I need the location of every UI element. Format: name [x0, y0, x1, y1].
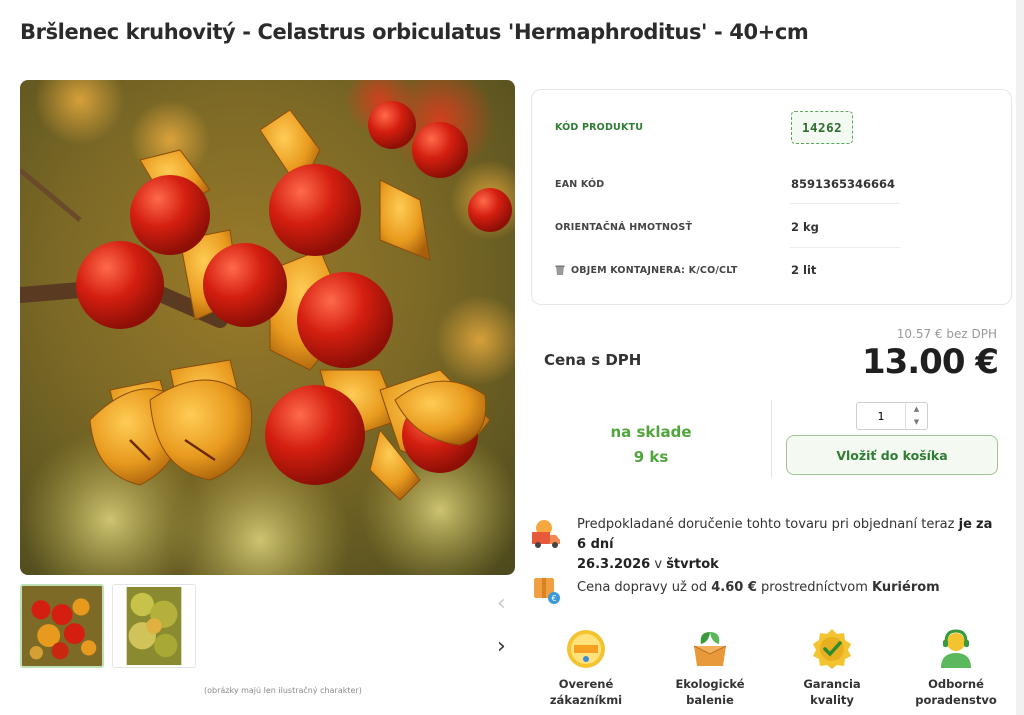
divider	[790, 203, 900, 204]
info-row-weight: ORIENTAČNÁ HMOTNOSŤ 2 kg	[555, 207, 902, 247]
badge-quality-line2: kvality	[810, 693, 854, 707]
shipping-carrier: Kuriérom	[872, 580, 940, 595]
delivery-je: je	[958, 517, 972, 532]
delivery-v: v	[654, 557, 663, 572]
ean-value: 8591365346664	[791, 177, 896, 191]
badge-advisor: Odborné poradenstvo	[906, 628, 1006, 708]
ean-label: EAN KÓD	[555, 178, 605, 190]
badge-eco: Ekologické balenie	[660, 628, 760, 708]
container-value: 2 lit	[791, 263, 817, 277]
product-code: 14262	[791, 110, 854, 144]
badge-eco-line1: Ekologické	[675, 677, 745, 691]
vertical-divider	[771, 400, 772, 478]
weight-label: ORIENTAČNÁ HMOTNOSŤ	[555, 221, 693, 233]
thumbnail-2[interactable]	[112, 584, 196, 668]
chevron-down-icon[interactable]: ▼	[906, 416, 927, 429]
chevron-up-icon[interactable]: ▲	[906, 403, 927, 416]
image-disclaimer: (obrázky majú len ilustračný charakter)	[204, 686, 362, 695]
product-info-card: KÓD PRODUKTU 14262 EAN KÓD 8591365346664…	[531, 89, 1012, 305]
badge-advisor-line2: poradenstvo	[915, 693, 997, 707]
delivery-date: 26.3.2026	[577, 557, 651, 572]
price-with-vat: 13.00 €	[861, 342, 999, 382]
gallery-next-arrow-icon[interactable]: ›	[497, 636, 506, 658]
badge-eco-line2: balenie	[686, 693, 734, 707]
badge-quality-line1: Garancia	[803, 677, 861, 691]
svg-text:€: €	[551, 594, 556, 603]
delivery-weekday: štvrtok	[666, 557, 719, 572]
stock-quantity: 9 ks	[633, 448, 669, 466]
verified-seal-icon	[567, 630, 605, 668]
info-row-container: OBJEM KONTAJNERA: K/CO/CLT 2 lit	[555, 250, 902, 290]
delivery-truck-icon	[532, 520, 560, 548]
add-to-cart-button[interactable]: Vložiť do košíka	[786, 435, 998, 475]
badge-verified-line1: Overené	[558, 677, 614, 691]
shipping-middle: prostredníctvom	[761, 580, 868, 595]
code-label: KÓD PRODUKTU	[555, 121, 644, 133]
bucket-icon	[555, 265, 565, 275]
thumbnail-1[interactable]	[20, 584, 104, 668]
scrollbar-track[interactable]	[1016, 0, 1024, 715]
container-label-wrap: OBJEM KONTAJNERA: K/CO/CLT	[555, 265, 791, 276]
shipping-price: 4.60 €	[711, 580, 757, 595]
delivery-text: Predpokladané doručenie tohto tovaru pri…	[577, 517, 955, 532]
divider	[790, 247, 900, 248]
price-label: Cena s DPH	[544, 351, 642, 369]
stock-status: na sklade 9 ks	[581, 420, 721, 470]
quantity-input[interactable]	[857, 403, 905, 429]
delivery-estimate: Predpokladané doručenie tohto tovaru pri…	[577, 515, 997, 575]
badge-verified-line2: zákazníkmi	[549, 693, 623, 707]
badge-verified: Overené zákazníkmi	[536, 628, 636, 708]
eco-box-icon	[693, 632, 727, 666]
product-main-image[interactable]	[20, 80, 515, 575]
quantity-stepper[interactable]: ▲ ▼	[856, 402, 928, 430]
package-price-icon: €	[534, 578, 560, 604]
shipping-prefix: Cena dopravy už od	[577, 580, 708, 595]
badge-quality: Garancia kvality	[782, 628, 882, 708]
shipping-price-info: Cena dopravy už od 4.60 € prostredníctvo…	[577, 580, 940, 595]
price-without-vat: 10.57 € bez DPH	[896, 327, 997, 341]
info-row-code: KÓD PRODUKTU 14262	[555, 107, 902, 147]
container-label: OBJEM KONTAJNERA: K/CO/CLT	[571, 264, 738, 276]
quality-check-icon	[813, 629, 851, 669]
info-row-ean: EAN KÓD 8591365346664	[555, 164, 902, 204]
stock-status-label: na sklade	[610, 423, 692, 441]
gallery-prev-arrow-icon[interactable]: ‹	[497, 593, 506, 615]
badge-advisor-line1: Odborné	[928, 677, 984, 691]
product-title: Bršlenec kruhovitý - Celastrus orbiculat…	[20, 20, 809, 44]
quantity-spin[interactable]: ▲ ▼	[905, 403, 927, 429]
advisor-icon	[941, 629, 971, 668]
weight-value: 2 kg	[791, 220, 819, 234]
